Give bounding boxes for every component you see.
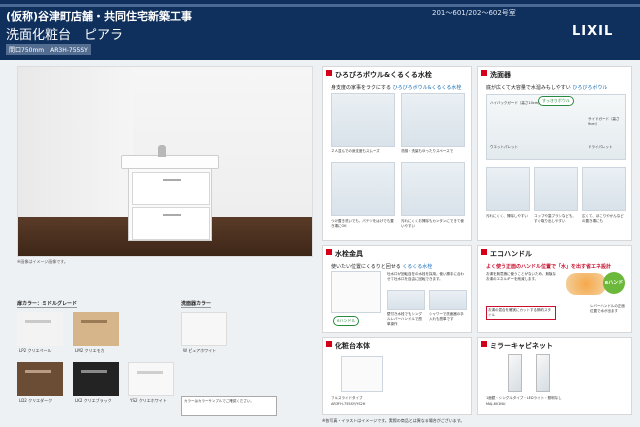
panel-eco-lead: よく使う正面のハンドル位置で「水」を出す省エネ設計 [486, 264, 612, 270]
swatch-lm2 [73, 312, 119, 346]
faucet-detail-2 [429, 290, 467, 310]
faucet-text: 吐水口が回転自在の水栓を採用。使い勝手に合わせて吐水口を自由に回転できます。 [387, 272, 464, 281]
panel-vanity-title: 化粧台本体 [323, 338, 370, 352]
mirror-cabinet-open [536, 354, 550, 392]
product-photo [17, 66, 313, 257]
swatch-ys2-label: YS2 クリエホワイト [130, 398, 167, 403]
swatch-ld2-label: LD2 クリエダーク [19, 398, 53, 403]
panel-basin: 洗面器 底が広くて大容量で水溜みもしやすい ひろびろボウル すっきりボウル ハイ… [477, 66, 632, 241]
project-name: (仮称)谷津町店舗・共同住宅新築工事 [6, 10, 193, 23]
door-color-heading: 扉カラー：ミドルグレード [17, 301, 78, 308]
vanity-cabinet [128, 165, 212, 241]
swatch-counter-white [181, 312, 227, 346]
faucet-caption-2: シャワーで洗面器の手入れも簡単です [429, 312, 464, 321]
footer-note: ※各写真・イラストはイメージです。実際の商品とは異なる場合がございます。 [322, 418, 465, 423]
bowl-caption-3: つけ置き洗いでも、パテツをはけでも置き場にOK [331, 219, 394, 228]
vanity-model: AR3FH-755SY/YS2H [331, 402, 366, 406]
lixil-logo: LIXIL [572, 24, 614, 39]
panel-eco: エコハンドル よく使う正面のハンドル位置で「水」を出す省エネ設計 お湯を無意識に… [477, 245, 632, 333]
basin-detail-3 [582, 167, 626, 211]
panel-faucet: 水栓金具 使いたい位置にくるりと回せる くるくる水栓 吐水口が回転自在の水栓を採… [322, 245, 472, 333]
product-subtitle: 間口750mm AR3H-755SY [6, 44, 91, 55]
eco-caption-2: レバーハンドルの正面位置で水が出ます [590, 304, 625, 313]
swatch-ld2 [17, 362, 63, 396]
basin-caption-2: コップや歯ブラシなども、すぐ取り出しやすい [534, 214, 576, 223]
swatch-lp2-label: LP2 クリエペール [19, 348, 52, 353]
basin-detail-2 [534, 167, 578, 211]
bowl-image-3 [331, 162, 395, 216]
eco-badge: eハンドル [603, 272, 625, 308]
basin-label-2: サイドガード（高さ9cm） [588, 117, 620, 126]
panel-bowl-lead: 身支度の家事をラクにする ひろびろボウル&くるくる水栓 [331, 85, 462, 91]
vanity-label: フルスライドタイプ [331, 396, 363, 400]
faucet-detail-1 [387, 290, 425, 310]
basin-tag: すっきりボウル [538, 96, 574, 106]
swatch-lk2 [73, 362, 119, 396]
basin-caption-3: 広くて、ほこりやかんなどの置き場にも [582, 214, 624, 223]
eco-handle-graphic [566, 273, 606, 295]
bowl-image-4 [401, 162, 465, 216]
product-title: 洗面化粧台 ピアラ [6, 28, 124, 43]
bowl-caption-4: 汚れにくくお掃除もカンタンにできて使いやすい [401, 219, 464, 228]
bowl-image-1 [331, 93, 395, 147]
bowl-caption-1: ２人並んでの身支度もスムーズ [331, 149, 380, 153]
vanity-drawer-bottom [132, 207, 210, 240]
eco-caption-1: お湯の混合を確実にカットする節約スタイル [486, 306, 556, 320]
counter-color-heading: 洗面器カラー [181, 301, 212, 308]
unit-range: 201～601/202～602号室 [432, 9, 516, 17]
mirror-model: MAJ-601NU [486, 402, 506, 406]
photo-wall [18, 67, 133, 217]
basin-label-3: ウエットパレット [490, 145, 518, 149]
faucet-image [331, 271, 381, 313]
header-bar: (仮称)谷津町店舗・共同住宅新築工事 洗面化粧台 ピアラ 間口750mm AR3… [0, 0, 640, 60]
faucet-tag: eハンドル [333, 316, 360, 326]
panel-basin-title: 洗面器 [478, 67, 511, 81]
panel-mirror-title: ミラーキャビネット [478, 338, 553, 352]
panel-mirror: ミラーキャビネット 1面鏡・シングルタイプ・LEDライト・照明なし MAJ-60… [477, 337, 632, 415]
swatch-ys2 [128, 362, 174, 396]
panel-bowl: ひろびろボウル&くるくる水栓 身支度の家事をラクにする ひろびろボウル&くるくる… [322, 66, 472, 241]
basin-label-1: ハイバックガード（高さ10cm） [490, 101, 542, 105]
panel-faucet-title: 水栓金具 [323, 246, 363, 260]
panel-vanity: 化粧台本体 フルスライドタイプ AR3FH-755SY/YS2H [322, 337, 472, 415]
faucet-caption-1: 壁付き水栓でもシングルレバーハンドルで簡単操作 [387, 312, 422, 326]
header-stripe [0, 4, 640, 7]
vanity-basin [121, 155, 219, 169]
bowl-image-2 [401, 93, 465, 147]
vanity-drawing [341, 356, 383, 392]
swatch-lp2 [17, 312, 63, 346]
bowl-caption-2: 洗顔・洗髪もゆったりスペースで [401, 149, 454, 153]
color-sample-note: カラーはカラーサンプルでご確認ください。 [181, 396, 277, 416]
vanity-drawer-top [132, 172, 210, 205]
basin-detail-1 [486, 167, 530, 211]
swatch-lm2-label: LM2 クリエモカ [75, 348, 105, 353]
panel-bowl-title: ひろびろボウル&くるくる水栓 [323, 67, 432, 81]
mirror-cabinet-closed [508, 354, 522, 392]
panel-basin-lead: 底が広くて大容量で水溜みもしやすい ひろびろボウル [486, 85, 608, 91]
swatch-counter-label: W ピュアホワイト [183, 348, 217, 353]
basin-label-4: ドライパレット [588, 145, 613, 149]
panel-faucet-lead: 使いたい位置にくるりと回せる くるくる水栓 [331, 264, 433, 270]
swatch-lk2-label: LK2 クリエブラック [75, 398, 112, 403]
mirror-label: 1面鏡・シングルタイプ・LEDライト・照明なし [486, 396, 562, 400]
photo-caption: ※画像はイメージ画像です。 [17, 259, 68, 264]
basin-caption-1: 汚れにくく、掃除しやすい [486, 214, 528, 218]
panel-eco-title: エコハンドル [478, 246, 532, 260]
eco-text: お湯を無意識に使うことがないため、無駄なお湯のエネルギーを削減します。 [486, 272, 556, 281]
faucet-icon [158, 145, 166, 157]
